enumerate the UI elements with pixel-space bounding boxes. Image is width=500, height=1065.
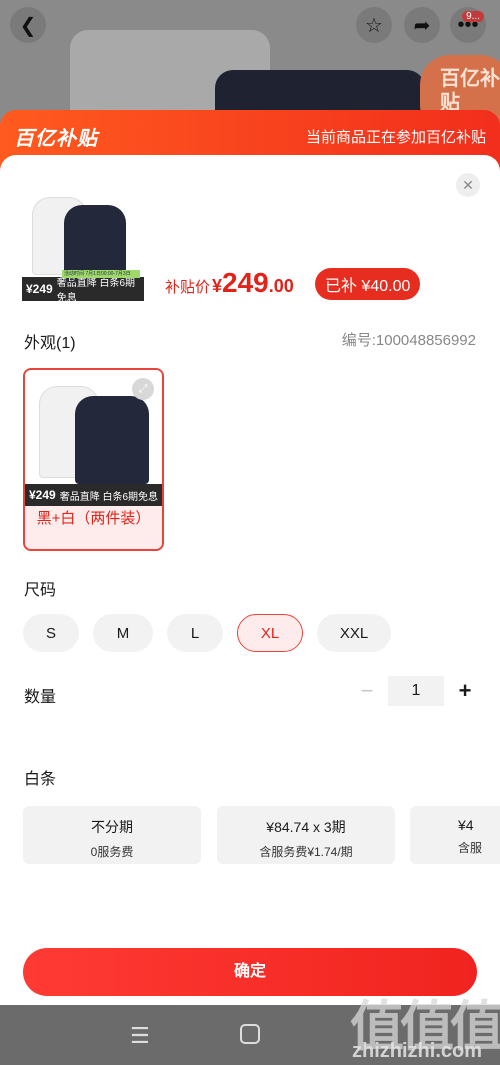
installment-option-6[interactable]: ¥4 含服	[410, 806, 500, 864]
quantity-title: 数量	[24, 689, 57, 706]
sku-number: 编号:100048856992	[341, 332, 476, 349]
product-thumbnail[interactable]: 活动时间 7月1日00:00-7月3日24:00 ¥249 奢品直降 白条6期免…	[22, 193, 144, 301]
price-integer: 249	[222, 267, 269, 298]
installment-plan: 不分期	[91, 819, 133, 835]
home-icon[interactable]	[240, 1024, 260, 1044]
notification-badge: 9...	[462, 11, 484, 22]
installment-fee: 含服务费¥1.74/期	[259, 845, 353, 859]
subsidy-amount-badge: 已补 ¥40.00	[315, 268, 421, 300]
price-currency: ¥	[212, 276, 223, 296]
installment-fee: 0服务费	[90, 845, 134, 859]
quantity-input[interactable]: 1	[388, 676, 444, 706]
variant-thumb-price: ¥249	[29, 488, 56, 502]
price-label: 补贴价	[165, 279, 211, 296]
share-icon: ➦	[413, 14, 431, 37]
more-button[interactable]: ••• 9...	[450, 7, 486, 43]
thumb-price: ¥249	[26, 282, 53, 296]
chevron-left-icon: ❮	[19, 14, 37, 37]
installment-options: 不分期 0服务费 ¥84.74 x 3期 含服务费¥1.74/期 ¥4 含服	[23, 806, 500, 864]
close-button[interactable]: ✕	[456, 173, 480, 197]
size-title: 尺码	[24, 582, 57, 599]
size-option-s[interactable]: S	[23, 614, 79, 652]
price-decimal: .00	[268, 276, 294, 296]
decrease-button[interactable]: −	[354, 678, 380, 704]
installment-plan: ¥84.74 x 3期	[266, 819, 346, 835]
size-options: S M L XL XXL	[23, 614, 391, 652]
favorite-button[interactable]: ☆	[356, 7, 392, 43]
baitiao-title: 白条	[24, 771, 57, 788]
close-icon: ✕	[462, 177, 474, 193]
watermark-url: zhizhizhi.com	[352, 1040, 482, 1062]
size-option-l[interactable]: L	[167, 614, 223, 652]
increase-button[interactable]: +	[452, 678, 478, 704]
brand-logo: 百亿补贴	[14, 128, 98, 150]
appearance-title: 外观(1)	[24, 335, 76, 352]
share-button[interactable]: ➦	[404, 7, 440, 43]
variant-image: ⤢ ¥249 奢品直降 白条6期免息	[25, 370, 162, 506]
black-shirt-image	[75, 396, 149, 484]
installment-fee: 含服	[458, 841, 483, 855]
thumb-price-tag: 活动时间 7月1日00:00-7月3日24:00 ¥249 奢品直降 白条6期免…	[22, 270, 144, 301]
quantity-stepper: − 1 +	[354, 676, 478, 706]
sku-selector-sheet: ✕ 活动时间 7月1日00:00-7月3日24:00 ¥249 奢品直降 白条6…	[0, 155, 500, 1005]
promo-time-strip: 活动时间 7月1日00:00-7月3日24:00	[62, 270, 140, 285]
variant-thumb-tag: 奢品直降 白条6期免息	[59, 491, 159, 503]
variant-label: 黑+白（两件装）	[36, 510, 151, 527]
installment-plan: ¥4	[458, 817, 474, 833]
menu-icon[interactable]: ☰	[130, 1023, 150, 1049]
installment-option-3[interactable]: ¥84.74 x 3期 含服务费¥1.74/期	[217, 806, 395, 864]
back-button[interactable]: ❮	[10, 7, 46, 43]
installment-option-none[interactable]: 不分期 0服务费	[23, 806, 201, 864]
size-option-xl[interactable]: XL	[237, 614, 303, 652]
subsidy-price: 补贴价 ¥ 249 .00	[165, 267, 294, 299]
variant-price-tag: ¥249 奢品直降 白条6期免息	[25, 484, 162, 506]
banner-text: 当前商品正在参加百亿补贴	[305, 129, 486, 146]
size-option-xxl[interactable]: XXL	[317, 614, 391, 652]
star-icon: ☆	[365, 14, 383, 37]
variant-option-black-white[interactable]: ⤢ ¥249 奢品直降 白条6期免息 黑+白（两件装）	[23, 368, 164, 551]
size-option-m[interactable]: M	[93, 614, 153, 652]
expand-icon[interactable]: ⤢	[132, 378, 154, 400]
